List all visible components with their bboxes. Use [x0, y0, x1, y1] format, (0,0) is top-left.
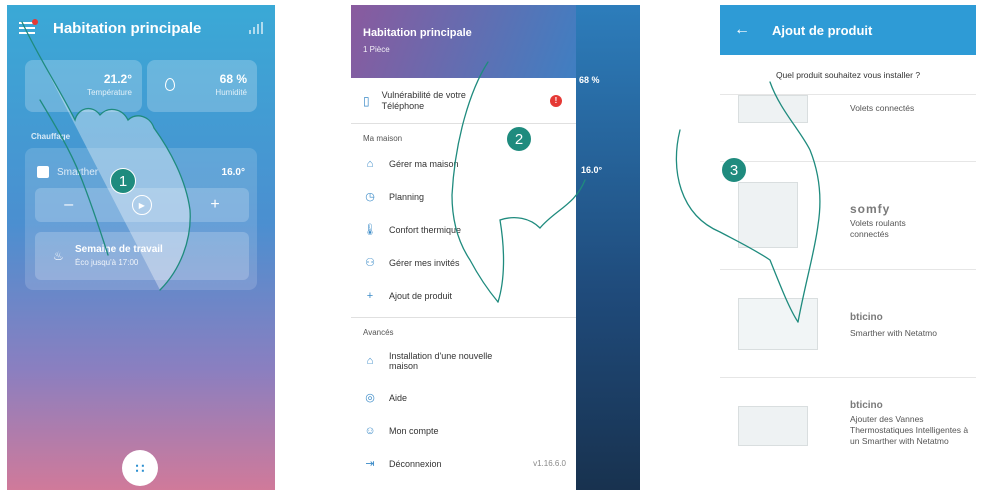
hand-two-outline — [451, 61, 499, 303]
hand-three-outline — [769, 81, 821, 323]
step-1-badge: 1 — [110, 168, 136, 194]
step-2-badge: 2 — [506, 126, 532, 152]
pointing-hands — [21, 21, 821, 323]
step-3-badge: 3 — [721, 157, 747, 183]
hand-two-fingers — [497, 179, 586, 303]
